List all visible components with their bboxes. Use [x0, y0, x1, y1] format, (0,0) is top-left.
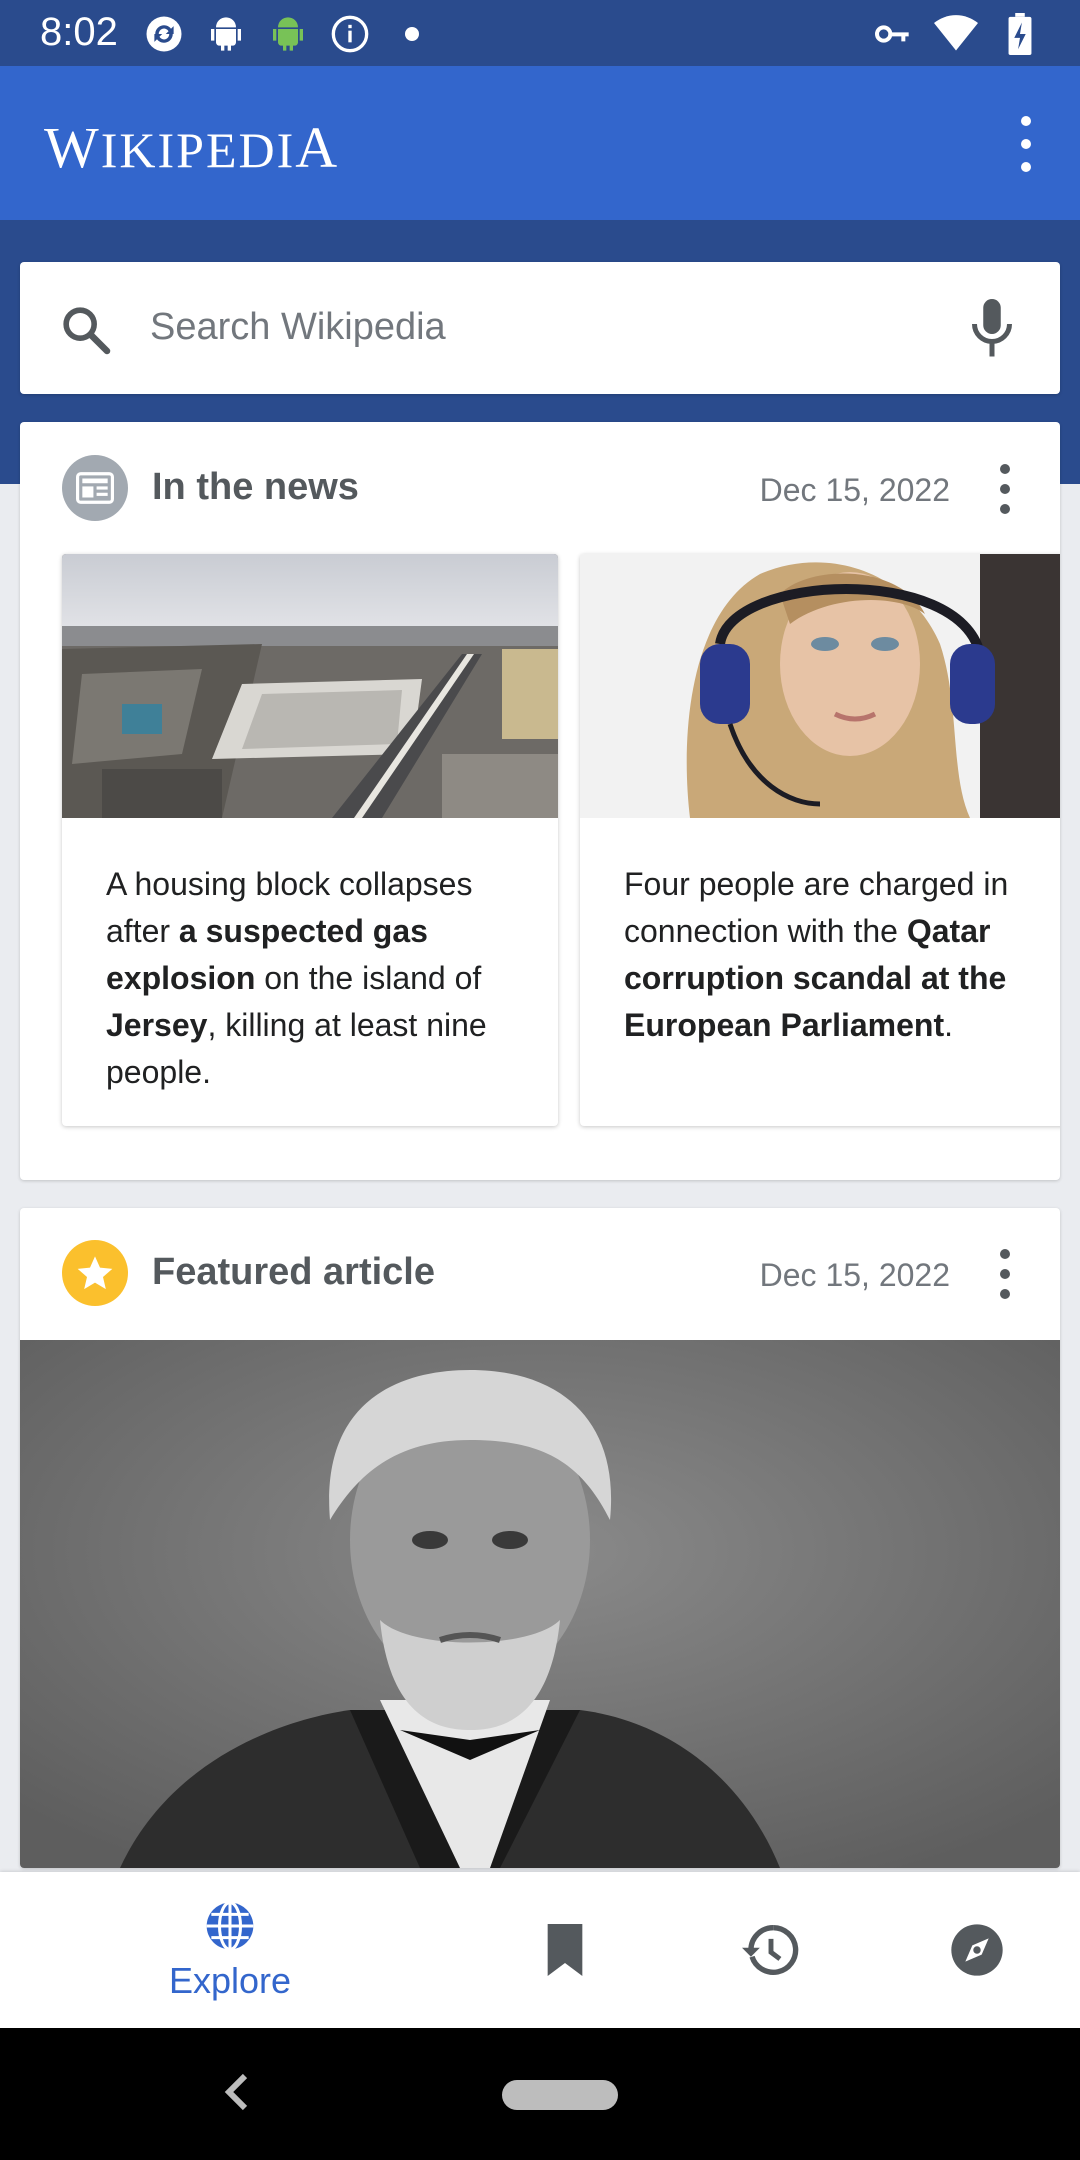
- wifi-icon: [934, 12, 978, 56]
- search-icon: [63, 307, 111, 355]
- featured-article-image[interactable]: [20, 1340, 1060, 1868]
- mic-icon[interactable]: [962, 296, 1022, 362]
- nav-explore-label: Explore: [168, 1960, 292, 2001]
- app-bar: WIKIPEDIA: [0, 66, 1080, 220]
- news-item[interactable]: A housing block collapses after a suspec…: [62, 554, 558, 1126]
- card-date: Dec 15, 2022: [759, 472, 950, 508]
- link-jersey[interactable]: Jersey: [106, 1007, 207, 1043]
- news-story-text: A housing block collapses after a suspec…: [106, 866, 487, 1090]
- back-icon[interactable]: [222, 2072, 252, 2112]
- card-more-icon[interactable]: [998, 1249, 1012, 1299]
- search-bar[interactable]: Search Wikipedia: [20, 262, 1060, 394]
- info-icon: [328, 12, 372, 56]
- news-image-portrait: [580, 554, 1060, 818]
- status-bar: 8:02: [0, 0, 1080, 66]
- news-image-jersey: [62, 554, 558, 818]
- globe-icon: [206, 1901, 254, 1951]
- nav-saved[interactable]: [520, 1872, 610, 2028]
- news-story-text: Four people are charged in connection wi…: [624, 866, 1009, 1043]
- card-more-icon[interactable]: [998, 464, 1012, 514]
- card-date: Dec 15, 2022: [759, 1257, 950, 1293]
- bottom-navigation: Explore: [0, 1872, 1080, 2028]
- sync-icon: [142, 12, 186, 56]
- status-icons-left: [142, 12, 434, 56]
- battery-charging-icon: [998, 12, 1042, 56]
- android-green-icon: [266, 12, 310, 56]
- card-title: Featured article: [152, 1251, 435, 1293]
- history-icon: [742, 1925, 799, 1975]
- home-pill[interactable]: [502, 2080, 618, 2110]
- status-icons-right: [870, 12, 1042, 56]
- in-the-news-card[interactable]: In the news Dec 15, 2022 A housing block…: [20, 422, 1060, 1180]
- nav-suggested-edits[interactable]: [932, 1872, 1022, 2028]
- featured-article-card[interactable]: Featured article Dec 15, 2022: [20, 1208, 1060, 1868]
- newspaper-icon: [62, 455, 128, 521]
- more-vert-icon[interactable]: [1016, 116, 1036, 172]
- wikipedia-wordmark: WIKIPEDIA: [44, 115, 340, 180]
- compass-icon: [951, 1924, 1003, 1976]
- android-robot-icon: [204, 12, 248, 56]
- status-time: 8:02: [40, 10, 118, 54]
- card-title: In the news: [152, 466, 359, 508]
- system-navigation-bar: [0, 2028, 1080, 2160]
- search-input[interactable]: Search Wikipedia: [150, 306, 446, 349]
- news-item[interactable]: Four people are charged in connection wi…: [580, 554, 1060, 1126]
- nav-explore[interactable]: Explore: [130, 1872, 330, 2028]
- dot-icon: [390, 12, 434, 56]
- bookmark-icon: [547, 1924, 583, 1976]
- nav-history[interactable]: [726, 1872, 816, 2028]
- star-icon: [62, 1240, 128, 1306]
- vpn-key-icon: [870, 12, 914, 56]
